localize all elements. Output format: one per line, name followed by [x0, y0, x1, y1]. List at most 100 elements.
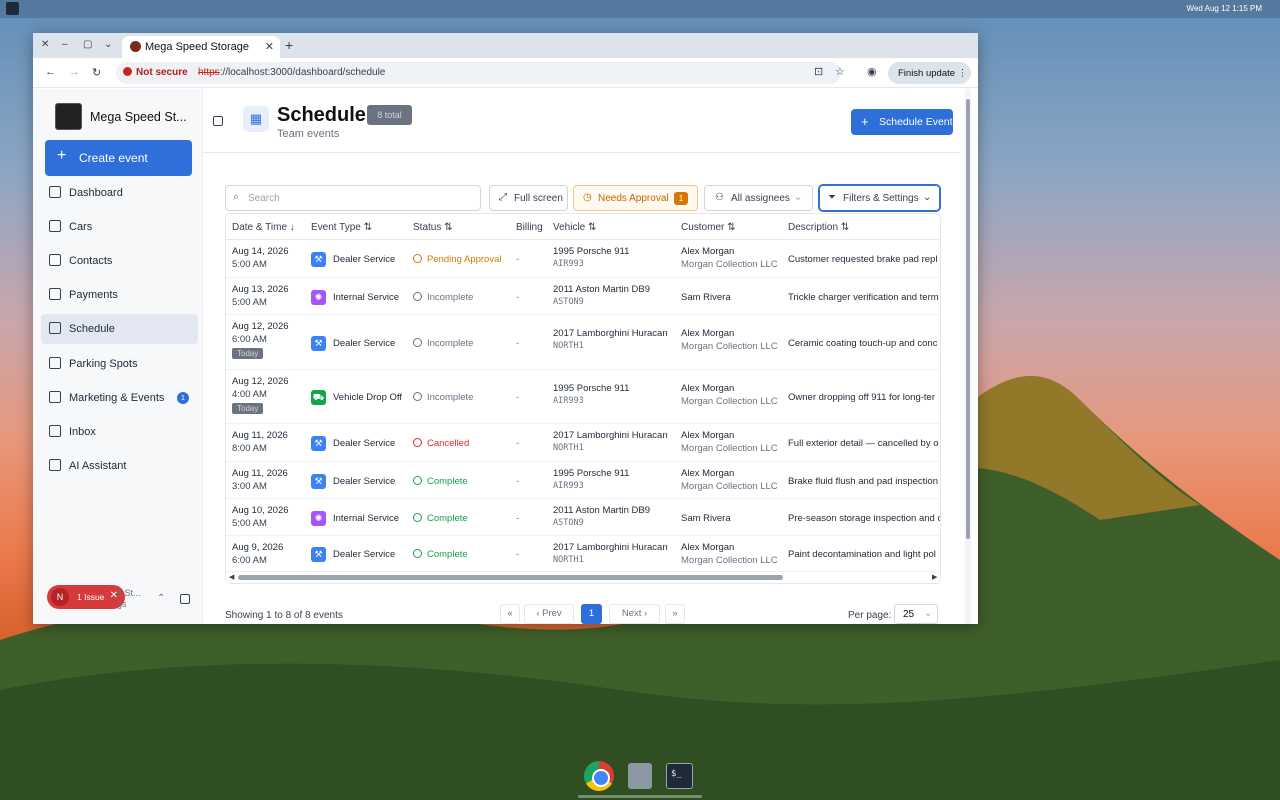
browser-tab[interactable]: Mega Speed Storage ✕ [122, 36, 280, 58]
column-header[interactable]: Vehicle ⇅ [553, 222, 596, 233]
vehicle-cell[interactable]: 2017 Lamborghini Huracan NORTH1 [553, 328, 668, 351]
chrome-icon[interactable] [584, 761, 614, 791]
sidebar-collapse-icon[interactable] [180, 594, 190, 604]
customer-cell[interactable]: Alex Morgan Morgan Collection LLC [681, 383, 778, 407]
tab-search-icon[interactable]: ⌄ [104, 39, 112, 50]
last-page-button[interactable]: » [665, 604, 685, 624]
column-header[interactable]: Event Type ⇅ [311, 222, 372, 233]
vehicle-cell[interactable]: 1995 Porsche 911 AIR993 [553, 246, 629, 269]
sidebar-item-cars[interactable]: Cars [41, 212, 198, 242]
minimize-window-icon[interactable]: – [62, 39, 68, 50]
sidebar-item-inbox[interactable]: Inbox [41, 417, 198, 447]
system-clock[interactable]: Wed Aug 12 1:15 PM [1187, 4, 1262, 13]
table-row[interactable]: Aug 11, 2026 3:00 AM ⚒ Dealer Service Comple… [226, 462, 940, 499]
terminal-icon[interactable]: $_ [666, 763, 693, 789]
table-row[interactable]: Aug 14, 2026 5:00 AM ⚒ Dealer Service Pendin… [226, 240, 940, 278]
horizontal-scrollbar[interactable]: ◀ ▶ [226, 572, 940, 583]
customer-cell[interactable]: Sam Rivera [681, 292, 731, 303]
vehicle-cell[interactable]: 2017 Lamborghini Huracan NORTH1 [553, 430, 668, 453]
status-cell: Incomplete [413, 338, 473, 349]
column-header[interactable]: Description ⇅ [788, 222, 849, 233]
sidebar-footer-name: d St... [117, 588, 141, 598]
close-tab-icon[interactable]: ✕ [265, 40, 274, 53]
scrollbar-thumb[interactable] [966, 99, 970, 539]
table-row[interactable]: Aug 12, 2026 4:00 AM Today ⛟ Vehicle Drop Of… [226, 370, 940, 424]
customer-cell[interactable]: Alex Morgan Morgan Collection LLC [681, 542, 778, 566]
vehicle-cell[interactable]: 1995 Porsche 911 AIR993 [553, 383, 629, 406]
maximize-window-icon[interactable]: ▢ [83, 39, 92, 50]
finish-update-button[interactable]: Finish update ⋮ [888, 62, 971, 84]
create-event-button[interactable]: + Create event [45, 140, 192, 176]
needs-approval-button[interactable]: ◷ Needs Approval 1 [573, 185, 698, 211]
sidebar-item-marketing-events[interactable]: Marketing & Events 1 [41, 383, 198, 413]
bookmark-star-icon[interactable]: ☆ [835, 65, 845, 78]
status-icon [413, 338, 422, 347]
scroll-left-icon[interactable]: ◀ [229, 573, 234, 581]
column-header[interactable]: Date & Time ↓ [232, 222, 295, 233]
full-screen-button[interactable]: ⤢ Full screen [489, 185, 568, 211]
close-window-icon[interactable]: ✕ [41, 39, 49, 50]
vertical-scrollbar[interactable] [965, 89, 971, 624]
sidebar-item-schedule[interactable]: Schedule [41, 314, 198, 344]
forward-icon[interactable]: → [69, 66, 80, 78]
url-field[interactable]: Not secure https://localhost:3000/dashbo… [116, 62, 841, 84]
chevron-up-icon[interactable]: ⌃ [157, 593, 165, 604]
first-page-button[interactable]: « [500, 604, 520, 624]
description-cell: Customer requested brake pad repl [788, 254, 938, 265]
page-1-button[interactable]: 1 [581, 604, 602, 624]
prev-page-button[interactable]: ‹ Prev [524, 604, 574, 624]
back-icon[interactable]: ← [45, 66, 56, 78]
sidebar-item-label: AI Assistant [69, 460, 127, 472]
per-page-select[interactable]: 25 ⌄ [894, 604, 938, 624]
vehicle-cell[interactable]: 1995 Porsche 911 AIR993 [553, 468, 629, 491]
customer-cell[interactable]: Alex Morgan Morgan Collection LLC [681, 328, 778, 352]
finish-update-label: Finish update [898, 68, 956, 79]
sidebar-item-parking-spots[interactable]: Parking Spots [41, 349, 198, 379]
customer-cell[interactable]: Sam Rivera [681, 513, 731, 524]
search-input[interactable]: ⌕ Search [225, 185, 481, 211]
panel-toggle-icon[interactable] [213, 116, 223, 126]
customer-cell[interactable]: Alex Morgan Morgan Collection LLC [681, 468, 778, 492]
customer-cell[interactable]: Alex Morgan Morgan Collection LLC [681, 430, 778, 454]
scroll-right-icon[interactable]: ▶ [932, 573, 937, 581]
brand[interactable]: Mega Speed St... [55, 103, 195, 131]
billing-cell: - [516, 513, 520, 524]
sidebar-item-payments[interactable]: Payments [41, 280, 198, 310]
brand-logo [55, 103, 82, 130]
event-type-icon: ⚒ [311, 436, 326, 451]
column-header[interactable]: Customer ⇅ [681, 222, 736, 233]
app-launcher-icon[interactable] [628, 763, 652, 789]
next-page-button[interactable]: Next › [609, 604, 660, 624]
search-placeholder: Search [248, 193, 280, 204]
not-secure-chip[interactable]: Not secure [123, 67, 188, 78]
table-row[interactable]: Aug 11, 2026 8:00 AM ⚒ Dealer Service Cancel… [226, 424, 940, 462]
table-row[interactable]: Aug 12, 2026 6:00 AM Today ⚒ Dealer Service I… [226, 315, 940, 370]
reload-icon[interactable]: ↻ [92, 66, 101, 79]
table-row[interactable]: Aug 13, 2026 5:00 AM ✺ Internal Service Inco… [226, 278, 940, 315]
assignees-dropdown[interactable]: ⚇ All assignees ⌄ [704, 185, 813, 211]
table-row[interactable]: Aug 9, 2026 6:00 AM ⚒ Dealer Service Complet… [226, 536, 940, 572]
vehicle-cell[interactable]: 2011 Aston Martin DB9 ASTON9 [553, 505, 650, 528]
issue-indicator[interactable]: N 1 Issue ✕ [47, 585, 125, 609]
status-cell: Complete [413, 513, 468, 524]
os-logo-icon[interactable] [6, 2, 19, 15]
sidebar-item-ai-assistant[interactable]: AI Assistant [41, 451, 198, 481]
column-header[interactable]: Billing [516, 222, 543, 233]
vehicle-cell[interactable]: 2017 Lamborghini Huracan NORTH1 [553, 542, 668, 565]
filters-settings-button[interactable]: ⏷ Filters & Settings ⌄ [819, 185, 940, 211]
table-row[interactable]: Aug 10, 2026 5:00 AM ✺ Internal Service Comp… [226, 499, 940, 536]
scrollbar-thumb[interactable] [238, 575, 783, 580]
event-type-label: Dealer Service [333, 254, 396, 265]
user-icon: ⚇ [715, 192, 724, 203]
sidebar-item-badge: 1 [177, 392, 189, 404]
profile-icon[interactable]: ◉ [867, 65, 877, 78]
schedule-event-button[interactable]: + Schedule Event [851, 109, 953, 135]
vehicle-cell[interactable]: 2011 Aston Martin DB9 ASTON9 [553, 284, 650, 307]
install-app-icon[interactable]: ⊡ [814, 65, 823, 78]
column-header[interactable]: Status ⇅ [413, 222, 453, 233]
time-text: 6:00 AM [232, 555, 267, 566]
new-tab-icon[interactable]: + [285, 37, 293, 53]
customer-cell[interactable]: Alex Morgan Morgan Collection LLC [681, 246, 778, 270]
sidebar-item-contacts[interactable]: Contacts [41, 246, 198, 276]
sidebar-item-dashboard[interactable]: Dashboard [41, 178, 198, 208]
